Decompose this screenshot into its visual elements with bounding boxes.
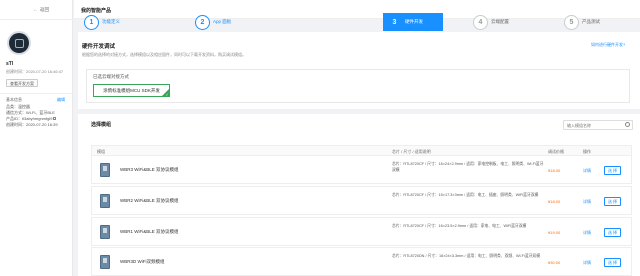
search-icon[interactable] — [625, 122, 630, 127]
select-button[interactable]: 选 择 — [604, 166, 621, 175]
step-product-test[interactable]: 5 产品测试 — [564, 14, 600, 30]
step-app-panel[interactable]: 2 App 面板 — [195, 14, 231, 30]
product-name: sTl — [6, 61, 14, 67]
step-label: 功能定义 — [102, 19, 120, 24]
product-created-date: 创建时间：2020-07-20 16:46:47 — [6, 69, 64, 74]
view-plan-button[interactable]: 查看开发方案 — [6, 79, 38, 87]
module-name: WBR3 WiFi&BLE 双协议模组 — [120, 167, 179, 172]
module-spec: 芯片：RTL8720CF / 尺寸：16×24×2.9mm / 适用：家电控制板… — [392, 162, 544, 172]
edit-link[interactable]: 编辑 — [57, 97, 65, 103]
module-chip-icon — [100, 163, 110, 177]
divider — [0, 93, 73, 94]
step-progress: 1 功能定义 2 App 面板 3 硬件开发 4 云端配置 5 产品测试 — [80, 12, 640, 32]
step-number: 1 — [84, 14, 99, 30]
module-chip-icon — [100, 225, 110, 239]
detail-link[interactable]: 详情 — [583, 168, 591, 174]
module-price: ¥19.00 — [548, 230, 561, 235]
table-row: WBR1 WiFi&BLE 双协议模组 芯片：RTL8720CF / 尺寸：16… — [91, 217, 632, 246]
module-spec: 芯片：RTL8720CF / 尺寸：16×23.5×2.9mm / 适用：家电、… — [392, 224, 527, 228]
module-price: ¥30.00 — [548, 260, 561, 265]
module-name: WBR2 WiFi&BLE 双协议模组 — [120, 198, 179, 203]
back-button[interactable]: ← 返回 — [33, 7, 49, 13]
check-icon: ✓ — [165, 92, 169, 97]
table-row: WBR3 WiFi&BLE 双协议模组 芯片：RTL8720CF / 尺寸：16… — [91, 155, 632, 184]
method-value: 涂鸦标准模组MCU SDK开发 — [103, 87, 160, 93]
step-hardware-development[interactable]: 3 硬件开发 — [383, 13, 443, 31]
step-number: 2 — [195, 14, 210, 30]
detail-link[interactable]: 详情 — [583, 260, 591, 266]
module-chip-icon — [100, 194, 110, 208]
arrow-left-icon: ← — [33, 7, 38, 13]
section-description: 根据您的选择的对接方式，选择模组以及相应固件，同时可以下载开发资料，购买调试模组… — [82, 52, 246, 57]
back-label: 返回 — [40, 7, 49, 12]
detail-link[interactable]: 详情 — [583, 199, 591, 205]
step-label: 云端配置 — [491, 19, 509, 24]
step-label: 硬件开发 — [405, 19, 423, 24]
integration-method-box: 已选云端对接方式 涂鸦标准模组MCU SDK开发 ✓ — [86, 69, 630, 103]
method-label: 已选云端对接方式 — [93, 74, 129, 79]
divider — [0, 19, 73, 20]
section-gap — [78, 109, 640, 114]
product-id-text: 产品ID：tl3abyhmgnmfgl9 — [6, 116, 53, 121]
copy-icon[interactable] — [53, 117, 57, 120]
main-content: 硬件开发调试 根据您的选择的对接方式，选择模组以及相应固件，同时可以下载开发资料… — [78, 32, 640, 276]
sidebar: ← 返回 sTl 创建时间：2020-07-20 16:46:47 查看开发方案… — [0, 0, 73, 276]
modules-title: 选择模组 — [91, 122, 112, 128]
module-spec: 芯片：RTL8720DN / 尺寸：16×24×3.3mm / 适用：电工、照明… — [392, 254, 541, 258]
module-price: ¥18.00 — [548, 199, 561, 204]
hardware-help-link[interactable]: 如何进行硬件开发? — [591, 42, 625, 48]
selected-method-card[interactable]: 涂鸦标准模组MCU SDK开发 ✓ — [93, 84, 170, 97]
table-row: WBR3D WiFi双频模组 芯片：RTL8720DN / 尺寸：16×24×3… — [91, 247, 632, 276]
module-chip-icon — [100, 255, 110, 269]
step-number: 4 — [473, 14, 488, 30]
step-label: App 面板 — [213, 19, 232, 24]
product-image — [9, 33, 29, 53]
step-function-definition[interactable]: 1 功能定义 — [84, 14, 120, 30]
select-button[interactable]: 选 择 — [604, 228, 621, 237]
module-name: WBR1 WiFi&BLE 双协议模组 — [120, 229, 179, 234]
step-number: 3 — [387, 14, 402, 30]
module-price: ¥18.00 — [548, 168, 561, 173]
table-row: WBR2 WiFi&BLE 双协议模组 芯片：RTL8720CF / 尺寸：15… — [91, 186, 632, 215]
device-icon — [14, 38, 24, 48]
select-button[interactable]: 选 择 — [604, 197, 621, 206]
info-created: 创建时间：2020-07-20 16:39 — [6, 122, 58, 127]
module-name: WBR3D WiFi双频模组 — [120, 259, 165, 264]
section-title: 硬件开发调试 — [82, 44, 116, 50]
module-search-input[interactable] — [563, 120, 633, 130]
select-button[interactable]: 选 择 — [604, 258, 621, 267]
basic-info-title: 基本信息 — [6, 97, 22, 102]
step-label: 产品测试 — [582, 19, 600, 24]
detail-link[interactable]: 详情 — [583, 230, 591, 236]
module-spec: 芯片：RTL8720CF / 尺寸：15×17.3×3mm / 适用：电工、插座… — [392, 193, 539, 197]
step-number: 5 — [564, 14, 579, 30]
step-cloud-config[interactable]: 4 云端配置 — [473, 14, 509, 30]
